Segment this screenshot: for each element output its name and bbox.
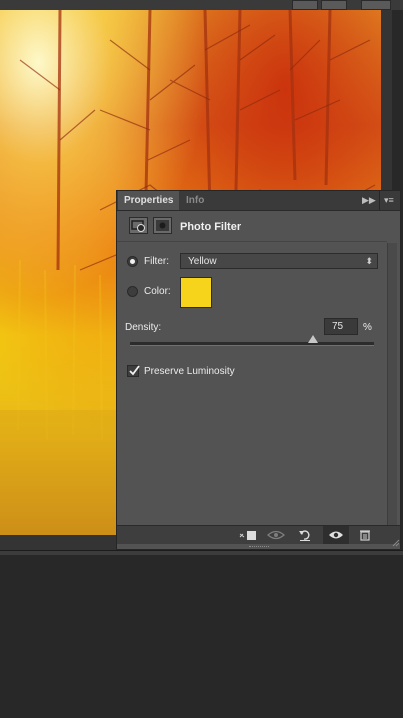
preserve-luminosity-label: Preserve Luminosity <box>144 366 235 377</box>
color-swatch[interactable] <box>180 277 212 308</box>
filter-dropdown[interactable]: Yellow ⬍ <box>180 253 378 269</box>
density-unit: % <box>363 322 372 333</box>
density-slider-thumb[interactable] <box>308 335 318 343</box>
tab-info[interactable]: Info <box>180 191 210 210</box>
density-label: Density: <box>125 322 162 333</box>
document-frame-bottom <box>0 550 403 555</box>
panel-menu-icon[interactable]: ▾≡ <box>384 191 394 210</box>
color-label: Color: <box>144 286 171 297</box>
density-value: 75 <box>332 321 344 332</box>
collapse-panel-icon[interactable]: ▶▶ <box>362 191 376 210</box>
panel-scrollbar[interactable] <box>387 243 397 525</box>
arrange-icon[interactable] <box>292 0 318 10</box>
checkmark-icon <box>129 365 140 376</box>
adjustment-header: Photo Filter <box>117 211 387 242</box>
document-top-bar <box>0 0 403 10</box>
resize-corner-icon[interactable] <box>392 539 400 547</box>
layer-mask-icon[interactable] <box>153 217 172 234</box>
tab-divider <box>379 191 380 210</box>
filter-radio[interactable] <box>127 256 138 267</box>
panel-footer <box>117 525 400 544</box>
view-previous-state-icon[interactable] <box>263 526 289 544</box>
filter-value: Yellow <box>188 256 217 267</box>
delete-adjustment-icon[interactable] <box>352 526 378 544</box>
properties-panel: Properties Info ▶▶ ▾≡ Photo Filter Filte… <box>116 190 401 550</box>
dropdown-arrows-icon: ⬍ <box>365 256 373 266</box>
color-radio[interactable] <box>127 286 138 297</box>
preserve-luminosity-checkbox[interactable] <box>127 365 140 377</box>
window-control-icon[interactable] <box>361 0 391 10</box>
density-input[interactable]: 75 <box>324 318 358 335</box>
tab-properties[interactable]: Properties <box>118 191 180 210</box>
reset-adjustments-icon[interactable] <box>292 526 318 544</box>
panel-resize-grip[interactable] <box>249 546 269 549</box>
density-slider[interactable] <box>130 335 374 346</box>
workspace-icon[interactable] <box>321 0 347 10</box>
adjustment-title: Photo Filter <box>180 221 242 233</box>
adjustment-layer-icon[interactable] <box>129 217 148 234</box>
clip-to-layer-icon[interactable] <box>235 526 261 544</box>
filter-label: Filter: <box>144 256 169 267</box>
panel-tab-bar: Properties Info ▶▶ ▾≡ <box>117 191 400 211</box>
toggle-visibility-icon[interactable] <box>323 526 349 544</box>
